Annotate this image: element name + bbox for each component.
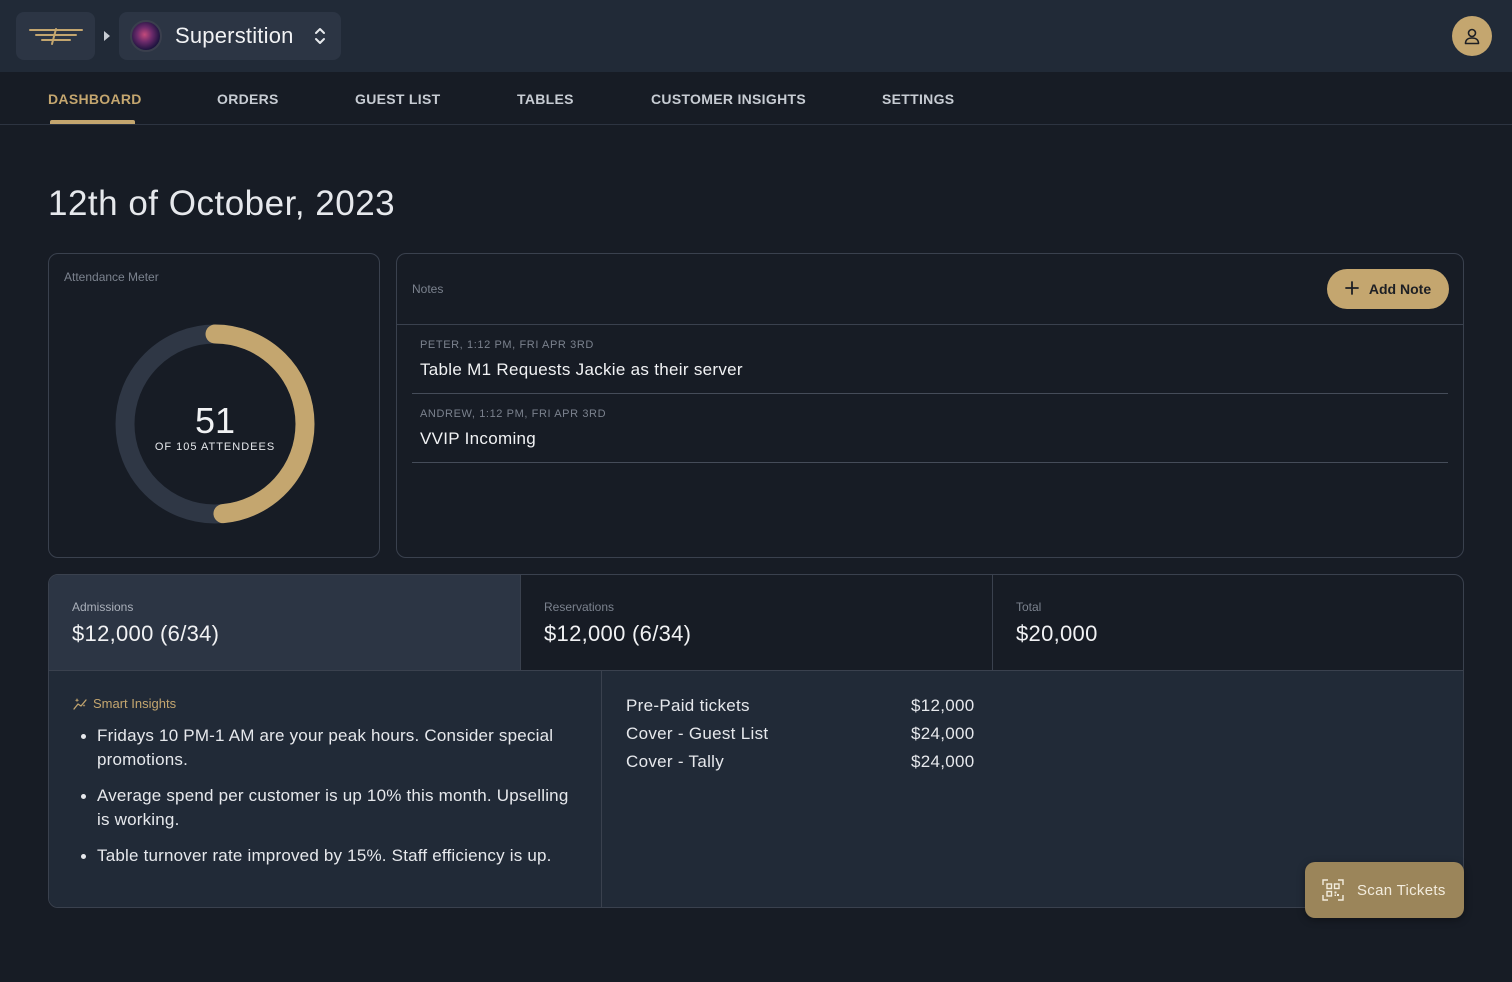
active-tab-indicator [50,120,135,124]
add-note-label: Add Note [1368,281,1432,297]
top-bar: Superstition [0,0,1512,72]
attendance-capacity: OF 105 ATTENDEES [154,441,276,453]
qr-code-icon [1322,879,1344,901]
insight-item: Average spend per customer is up 10% thi… [73,784,583,832]
stat-label: Total [1016,600,1042,614]
stat-value: $12,000 (6/34) [544,621,692,646]
tab-customer-insights[interactable]: CUSTOMER INSIGHTS [651,91,806,107]
note-item[interactable]: ANDREW, 1:12 PM, FRI APR 3RD VVIP Incomi… [412,394,1448,463]
smart-insights-title: Smart Insights [93,696,177,711]
attendance-meter-label: Attendance Meter [64,270,159,284]
tab-tables[interactable]: TABLES [517,91,574,107]
breakdown-row: Cover - Tally $24,000 [626,752,1026,780]
breakdown-value: $24,000 [911,724,975,743]
stat-value: $20,000 [1016,621,1098,646]
breakdown-row: Pre-Paid tickets $12,000 [626,696,1026,724]
note-item[interactable]: PETER, 1:12 PM, FRI APR 3RD Table M1 Req… [412,325,1448,394]
insight-list: Fridays 10 PM-1 AM are your peak hours. … [73,724,583,880]
user-icon [1464,28,1480,45]
smart-insights-header: Smart Insights [73,696,176,711]
tab-orders[interactable]: ORDERS [217,91,279,107]
stat-value: $12,000 (6/34) [72,621,220,646]
notes-card: Notes Add Note PETER, 1:12 PM, FRI APR 3… [396,253,1464,558]
note-text: Table M1 Requests Jackie as their server [420,360,743,379]
venue-avatar [130,20,162,52]
venue-name: Superstition [175,23,294,48]
main-tabs: DASHBOARD ORDERS GUEST LIST TABLES CUSTO… [0,72,1512,125]
details-panel: Smart Insights Fridays 10 PM-1 AM are yo… [49,671,1463,907]
smart-insights: Smart Insights Fridays 10 PM-1 AM are yo… [49,671,602,907]
plus-icon [1344,279,1359,299]
revenue-stats-panel: Admissions $12,000 (6/34) Reservations $… [48,574,1464,908]
attendance-meter-card: Attendance Meter 51 OF 105 ATTENDEES [48,253,380,558]
attendance-gauge: 51 OF 105 ATTENDEES [113,322,317,526]
breakdown-value: $12,000 [911,696,975,715]
breakdown-value: $24,000 [911,752,975,771]
add-note-button[interactable]: Add Note [1327,269,1449,309]
stat-label: Admissions [72,600,134,614]
venue-selector[interactable]: Superstition [119,12,341,60]
scan-tickets-button[interactable]: Scan Tickets [1305,862,1464,918]
insight-item: Table turnover rate improved by 15%. Sta… [73,844,583,868]
tab-settings[interactable]: SETTINGS [882,91,954,107]
insight-item: Fridays 10 PM-1 AM are your peak hours. … [73,724,583,772]
winged-logo-icon [28,28,83,45]
note-meta: PETER, 1:12 PM, FRI APR 3RD [420,339,594,351]
notes-label: Notes [412,282,444,296]
breakdown-label: Pre-Paid tickets [626,696,750,715]
home-logo-button[interactable] [16,12,95,60]
caret-right-icon [101,29,113,43]
tab-guest-list[interactable]: GUEST LIST [355,91,440,107]
breakdown-label: Cover - Guest List [626,724,769,743]
tab-dashboard[interactable]: DASHBOARD [48,91,142,107]
breakdown-row: Cover - Guest List $24,000 [626,724,1026,752]
note-meta: ANDREW, 1:12 PM, FRI APR 3RD [420,408,607,420]
note-text: VVIP Incoming [420,429,537,448]
stat-admissions[interactable]: Admissions $12,000 (6/34) [49,575,521,671]
revenue-breakdown: Pre-Paid tickets $12,000 Cover - Guest L… [626,696,1026,780]
chevron-up-down-icon [313,25,327,47]
stat-label: Reservations [544,600,615,614]
page-title: 12th of October, 2023 [48,184,396,223]
sparkle-icon [73,698,87,710]
stat-reservations[interactable]: Reservations $12,000 (6/34) [521,575,993,671]
stat-total[interactable]: Total $20,000 [993,575,1463,671]
user-menu-button[interactable] [1452,16,1492,56]
breakdown-label: Cover - Tally [626,752,725,771]
attendance-count: 51 [194,400,236,441]
scan-tickets-label: Scan Tickets [1357,881,1446,899]
